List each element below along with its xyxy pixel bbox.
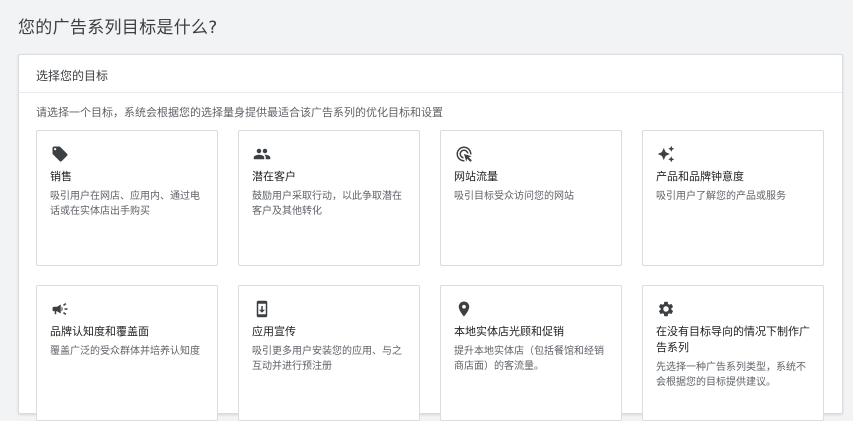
click-icon xyxy=(455,145,473,163)
gear-icon xyxy=(657,300,675,318)
goal-title: 在没有目标导向的情况下制作广告系列 xyxy=(656,325,810,354)
goal-card-local-store-visits[interactable]: 本地实体店光顾和促销 提升本地实体店（包括餐馆和经销商店面）的客流量。 xyxy=(440,285,622,421)
goal-description: 吸引用户了解您的产品或服务 xyxy=(656,191,786,202)
goal-card-brand-consideration[interactable]: 产品和品牌钟意度 吸引用户了解您的产品或服务 xyxy=(642,130,824,266)
sparkle-icon xyxy=(657,145,675,163)
goal-description: 先选择一种广告系列类型，系统不会根据您的目标提供建议。 xyxy=(656,362,806,388)
goal-card-brand-awareness[interactable]: 品牌认知度和覆盖面 覆盖广泛的受众群体并培养认知度 xyxy=(36,285,218,421)
location-pin-icon xyxy=(455,300,473,318)
goal-title: 网站流量 xyxy=(454,170,498,183)
panel-subtitle: 请选择一个目标，系统会根据您的选择量身提供最适合该广告系列的优化目标和设置 xyxy=(36,106,443,119)
goal-title: 潜在客户 xyxy=(252,170,296,183)
goal-selection-panel: 选择您的目标 请选择一个目标，系统会根据您的选择量身提供最适合该广告系列的优化目… xyxy=(18,54,843,421)
goal-title: 品牌认知度和覆盖面 xyxy=(50,325,149,338)
goal-description: 吸引用户在网店、应用内、通过电话或在实体店出手购买 xyxy=(50,191,200,217)
people-icon xyxy=(253,145,271,163)
goal-description: 吸引目标受众访问您的网站 xyxy=(454,191,574,202)
goal-description: 吸引更多用户安装您的应用、与之互动并进行预注册 xyxy=(252,346,402,372)
goal-card-leads[interactable]: 潜在客户 鼓励用户采取行动，以此争取潜在客户及其他转化 xyxy=(238,130,420,266)
goal-title: 产品和品牌钟意度 xyxy=(656,170,744,183)
goal-title: 本地实体店光顾和促销 xyxy=(454,325,564,338)
goal-card-website-traffic[interactable]: 网站流量 吸引目标受众访问您的网站 xyxy=(440,130,622,266)
goal-description: 覆盖广泛的受众群体并培养认知度 xyxy=(50,346,200,357)
page-title: 您的广告系列目标是什么? xyxy=(18,18,218,38)
goal-title: 应用宣传 xyxy=(252,325,296,338)
goal-description: 鼓励用户采取行动，以此争取潜在客户及其他转化 xyxy=(252,191,402,217)
goal-title: 销售 xyxy=(50,170,72,183)
goal-description: 提升本地实体店（包括餐馆和经销商店面）的客流量。 xyxy=(454,346,604,372)
goal-card-no-goal[interactable]: 在没有目标导向的情况下制作广告系列 先选择一种广告系列类型，系统不会根据您的目标… xyxy=(642,285,824,421)
phone-download-icon xyxy=(253,300,271,318)
goal-card-app-promotion[interactable]: 应用宣传 吸引更多用户安装您的应用、与之互动并进行预注册 xyxy=(238,285,420,421)
tag-icon xyxy=(51,145,69,163)
panel-header: 选择您的目标 xyxy=(19,55,842,93)
megaphone-icon xyxy=(51,300,69,318)
goal-card-sales[interactable]: 销售 吸引用户在网店、应用内、通过电话或在实体店出手购买 xyxy=(36,130,218,266)
